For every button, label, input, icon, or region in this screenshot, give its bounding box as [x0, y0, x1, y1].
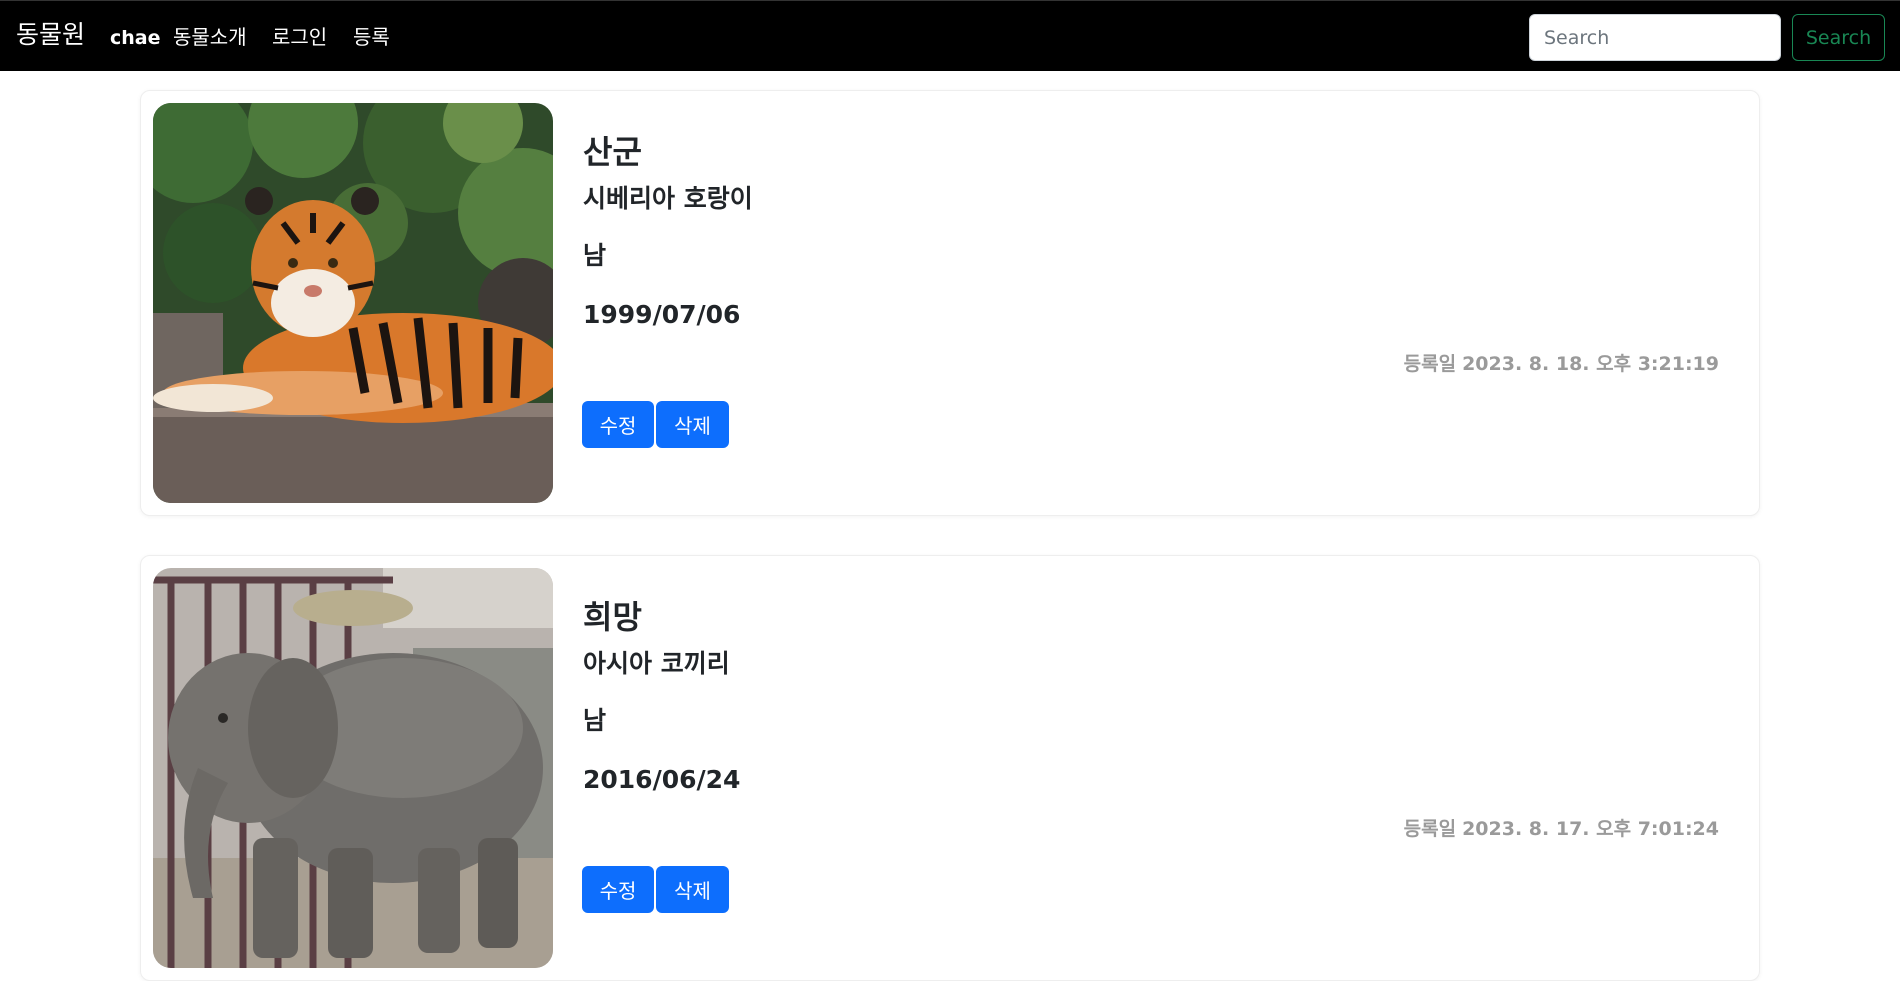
search-button[interactable]: Search: [1792, 14, 1885, 61]
animal-birthdate: 2016/06/24: [583, 765, 741, 794]
registered-date: 등록일 2023. 8. 17. 오후 7:01:24: [1404, 816, 1719, 842]
animal-gender: 남: [583, 241, 607, 270]
animal-birthdate: 1999/07/06: [583, 300, 741, 329]
registered-label: 등록일: [1403, 353, 1457, 375]
brand-logo[interactable]: 동물원: [16, 19, 85, 51]
animal-name: 희망: [583, 598, 642, 636]
elephant-photo: [153, 568, 553, 968]
animal-gender: 남: [583, 706, 607, 735]
registered-timestamp: 2023. 8. 18. 오후 3:21:19: [1462, 353, 1719, 375]
edit-button[interactable]: 수정: [582, 866, 654, 913]
nav-link-about[interactable]: 동물소개: [173, 23, 247, 51]
edit-button[interactable]: 수정: [582, 401, 654, 448]
registered-label: 등록일: [1403, 818, 1457, 840]
search-input[interactable]: [1529, 14, 1781, 61]
registered-date: 등록일 2023. 8. 18. 오후 3:21:19: [1404, 351, 1719, 377]
delete-button[interactable]: 삭제: [656, 866, 729, 913]
current-user: chae: [110, 27, 161, 49]
animal-card: 산군 시베리아 호랑이 남 1999/07/06 등록일 2023. 8. 18.…: [140, 90, 1760, 516]
delete-button[interactable]: 삭제: [656, 401, 729, 448]
nav-link-login[interactable]: 로그인: [272, 23, 327, 51]
animal-name: 산군: [583, 133, 642, 171]
tiger-photo: [153, 103, 553, 503]
registered-timestamp: 2023. 8. 17. 오후 7:01:24: [1462, 818, 1719, 840]
animal-card: 희망 아시아 코끼리 남 2016/06/24 등록일 2023. 8. 17. …: [140, 555, 1760, 981]
top-navbar: 동물원 chae 동물소개 로그인 등록 Search: [0, 0, 1900, 71]
animal-species: 시베리아 호랑이: [583, 184, 753, 213]
nav-link-register[interactable]: 등록: [353, 23, 390, 51]
animal-species: 아시아 코끼리: [583, 649, 730, 678]
